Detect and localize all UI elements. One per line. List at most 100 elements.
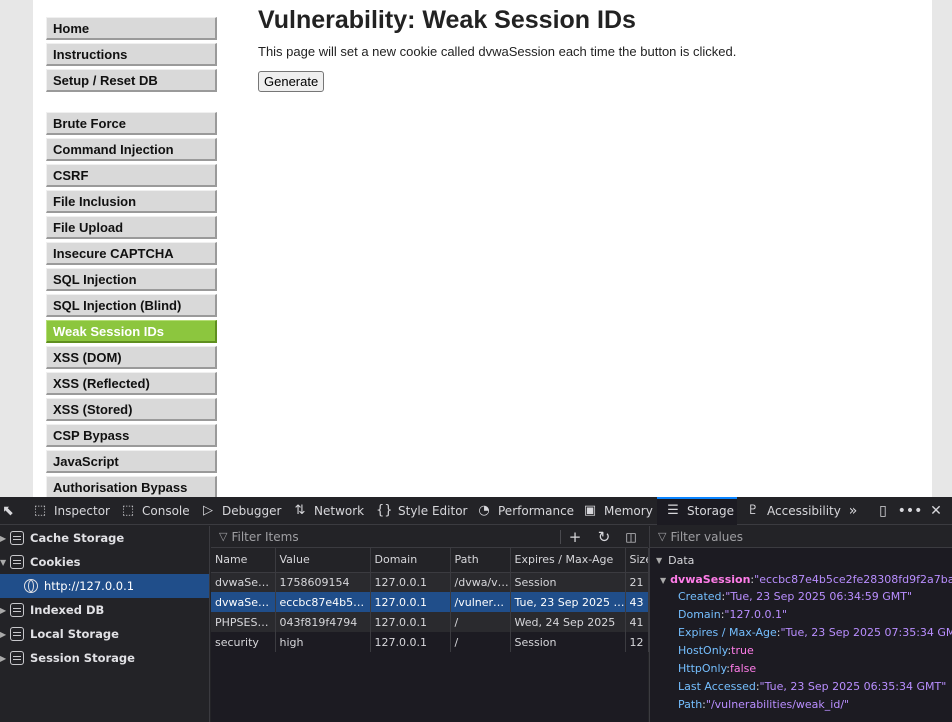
tab-inspector-label: Inspector bbox=[54, 504, 110, 518]
data-property-row[interactable]: HostOnly:true bbox=[650, 642, 952, 660]
menu-item-insecure-captcha[interactable]: Insecure CAPTCHA bbox=[46, 242, 217, 265]
tab-network[interactable]: ⇅ Network bbox=[292, 497, 365, 525]
table-cell-path: /vulnerabilities/weak_id/ bbox=[450, 592, 511, 612]
data-root-entry[interactable]: ▼ dvwaSession:"eccbc87e4b5ce2fe28308fd9f2… bbox=[650, 572, 952, 588]
table-row[interactable]: dvwaSession1758609154127.0.0.1/dvwa/vuln… bbox=[211, 572, 649, 592]
tab-memory[interactable]: ▣ Memory bbox=[582, 497, 653, 525]
more-tabs-chevron-icon[interactable]: » bbox=[841, 497, 865, 525]
data-property-key: Path bbox=[678, 698, 703, 711]
tab-accessibility[interactable]: ♇ Accessibility bbox=[745, 497, 841, 525]
table-row[interactable]: security high 127.0.0.1/Session 12 bbox=[211, 632, 649, 652]
debugger-icon: ▷ bbox=[203, 503, 213, 518]
data-property-value: "Tue, 23 Sep 2025 06:35:34 GMT" bbox=[759, 680, 947, 693]
menu-item-xss-stored[interactable]: XSS (Stored) bbox=[46, 398, 217, 421]
menu-item-authorisation-bypass[interactable]: Authorisation Bypass bbox=[46, 476, 217, 497]
table-row[interactable]: PHPSESSID 043f819f4794 127.0.0.1/Wed, 24 S… bbox=[211, 612, 649, 632]
menu-item-sql-injection-blind[interactable]: SQL Injection (Blind) bbox=[46, 294, 217, 317]
page-description: This page will set a new cookie called d… bbox=[258, 44, 737, 59]
menu-item-brute-force[interactable]: Brute Force bbox=[46, 112, 217, 135]
tab-style-editor[interactable]: {} Style Editor bbox=[376, 497, 467, 525]
tree-cookie-host[interactable]: http://127.0.0.1 bbox=[0, 574, 209, 598]
tree-session-storage[interactable]: ▶ Session Storage bbox=[0, 646, 209, 670]
close-icon[interactable]: ✕ bbox=[924, 497, 948, 525]
table-cell-expires-max-age: Wed, 24 Sep 2025 bbox=[510, 612, 626, 632]
column-header-domain[interactable]: Domain bbox=[370, 548, 451, 573]
element-picker-icon[interactable]: ⬉ bbox=[0, 497, 20, 525]
more-options-icon[interactable]: ••• bbox=[898, 497, 923, 525]
tree-indexed-db[interactable]: ▶ Indexed DB bbox=[0, 598, 209, 622]
tab-performance[interactable]: ◔ Performance bbox=[476, 497, 574, 525]
expand-arrow-icon: ▶ bbox=[0, 629, 7, 639]
data-property-row[interactable]: Created:"Tue, 23 Sep 2025 06:34:59 GMT" bbox=[650, 588, 952, 606]
tab-style-editor-label: Style Editor bbox=[398, 504, 468, 518]
tree-cookies[interactable]: ▼ Cookies bbox=[0, 550, 209, 574]
menu-item-setup-reset-db[interactable]: Setup / Reset DB bbox=[46, 69, 217, 92]
data-property-row[interactable]: Domain:"127.0.0.1" bbox=[650, 606, 952, 624]
data-property-key: HttpOnly bbox=[678, 662, 727, 675]
column-header-value[interactable]: Value bbox=[275, 548, 371, 573]
tree-session-storage-label: Session Storage bbox=[30, 651, 135, 665]
table-cell-name: PHPSESSID bbox=[211, 612, 276, 632]
data-section-header[interactable]: ▼ Data bbox=[650, 548, 952, 572]
tab-debugger[interactable]: ▷ Debugger bbox=[200, 497, 281, 525]
cookies-table-pane: ▽ Filter Items + ↻ ◫ Name Value Domain Path… bbox=[211, 526, 649, 722]
toggle-sidebar-icon[interactable]: ◫ bbox=[619, 526, 643, 548]
database-icon bbox=[10, 555, 24, 569]
expand-arrow-icon: ▶ bbox=[0, 533, 7, 543]
data-property-row[interactable]: Expires / Max-Age:"Tue, 23 Sep 2025 07:3… bbox=[650, 624, 952, 642]
menu-item-csp-bypass[interactable]: CSP Bypass bbox=[46, 424, 217, 447]
menu-item-xss-dom[interactable]: XSS (DOM) bbox=[46, 346, 217, 369]
menu-item-file-inclusion[interactable]: File Inclusion bbox=[46, 190, 217, 213]
gauge-icon: ◔ bbox=[478, 503, 490, 518]
filter-values-input[interactable]: Filter values bbox=[670, 530, 743, 544]
tree-cookie-host-label: http://127.0.0.1 bbox=[44, 579, 135, 593]
column-header-path[interactable]: Path bbox=[450, 548, 511, 573]
data-property-value: true bbox=[731, 644, 754, 657]
data-property-key: Created bbox=[678, 590, 722, 603]
tab-console[interactable]: ⬚ Console bbox=[120, 497, 190, 525]
page-title: Vulnerability: Weak Session IDs bbox=[258, 6, 636, 34]
menu-item-file-upload[interactable]: File Upload bbox=[46, 216, 217, 239]
storage-sidebar: ▶ Cache Storage ▼ Cookies http://127.0.0.1… bbox=[0, 526, 210, 722]
menu-item-csrf[interactable]: CSRF bbox=[46, 164, 217, 187]
dock-toggle-icon[interactable]: ▯ bbox=[871, 497, 895, 525]
column-header-name[interactable]: Name bbox=[211, 548, 276, 573]
column-header-size[interactable]: Size bbox=[625, 548, 649, 573]
data-property-row[interactable]: HttpOnly:false bbox=[650, 660, 952, 678]
accessibility-icon: ♇ bbox=[747, 503, 759, 518]
data-property-value: "Tue, 23 Sep 2025 07:35:34 GMT" bbox=[780, 626, 952, 639]
table-cell-expires-max-age: Session bbox=[510, 632, 626, 652]
table-row[interactable]: dvwaSessioneccbc87e4b5ce2fe28308fd9f2a7b… bbox=[211, 592, 649, 612]
filter-items-input[interactable]: Filter Items bbox=[231, 530, 298, 544]
table-cell-value: high bbox=[275, 632, 371, 652]
tree-cache-storage[interactable]: ▶ Cache Storage bbox=[0, 526, 209, 550]
column-header-expires-max-age[interactable]: Expires / Max-Age bbox=[510, 548, 626, 573]
menu-item-command-injection[interactable]: Command Injection bbox=[46, 138, 217, 161]
add-item-icon[interactable]: + bbox=[563, 526, 587, 548]
page-viewport: Home Instructions Setup / Reset DB Brute Fo… bbox=[0, 0, 952, 497]
generate-button[interactable]: Generate bbox=[258, 71, 325, 92]
main-content: Vulnerability: Weak Session IDs This pag… bbox=[258, 6, 918, 92]
refresh-icon[interactable]: ↻ bbox=[592, 526, 616, 548]
menu-item-home[interactable]: Home bbox=[46, 17, 217, 40]
tab-inspector[interactable]: ⬚ Inspector bbox=[32, 497, 110, 525]
tab-debugger-label: Debugger bbox=[222, 504, 282, 518]
data-property-row[interactable]: Path:"/vulnerabilities/weak_id/" bbox=[650, 696, 952, 714]
menu-item-weak-session-ids[interactable]: Weak Session IDs bbox=[46, 320, 217, 343]
table-cell-value: 043f819f4794 bbox=[275, 612, 371, 632]
table-cell-expires-max-age: Session bbox=[510, 572, 626, 592]
tree-local-storage-label: Local Storage bbox=[30, 627, 119, 641]
inspector-icon: ⬚ bbox=[33, 503, 47, 518]
menu-item-xss-reflected[interactable]: XSS (Reflected) bbox=[46, 372, 217, 395]
tab-memory-label: Memory bbox=[604, 504, 653, 518]
menu-item-javascript[interactable]: JavaScript bbox=[46, 450, 217, 473]
database-icon bbox=[10, 531, 24, 545]
data-property-row[interactable]: Last Accessed:"Tue, 23 Sep 2025 06:35:34… bbox=[650, 678, 952, 696]
menu-item-sql-injection[interactable]: SQL Injection bbox=[46, 268, 217, 291]
menu-item-instructions[interactable]: Instructions bbox=[46, 43, 217, 66]
tree-local-storage[interactable]: ▶ Local Storage bbox=[0, 622, 209, 646]
filter-values-bar: ▽ Filter values bbox=[650, 526, 952, 548]
table-cell-domain: 127.0.0.1 bbox=[370, 612, 451, 632]
devtools-panel: ⬉ ⬚ Inspector ⬚ Console ▷ Debugger ⇅ Network… bbox=[0, 497, 952, 722]
tab-storage[interactable]: ☰ Storage bbox=[657, 497, 737, 525]
